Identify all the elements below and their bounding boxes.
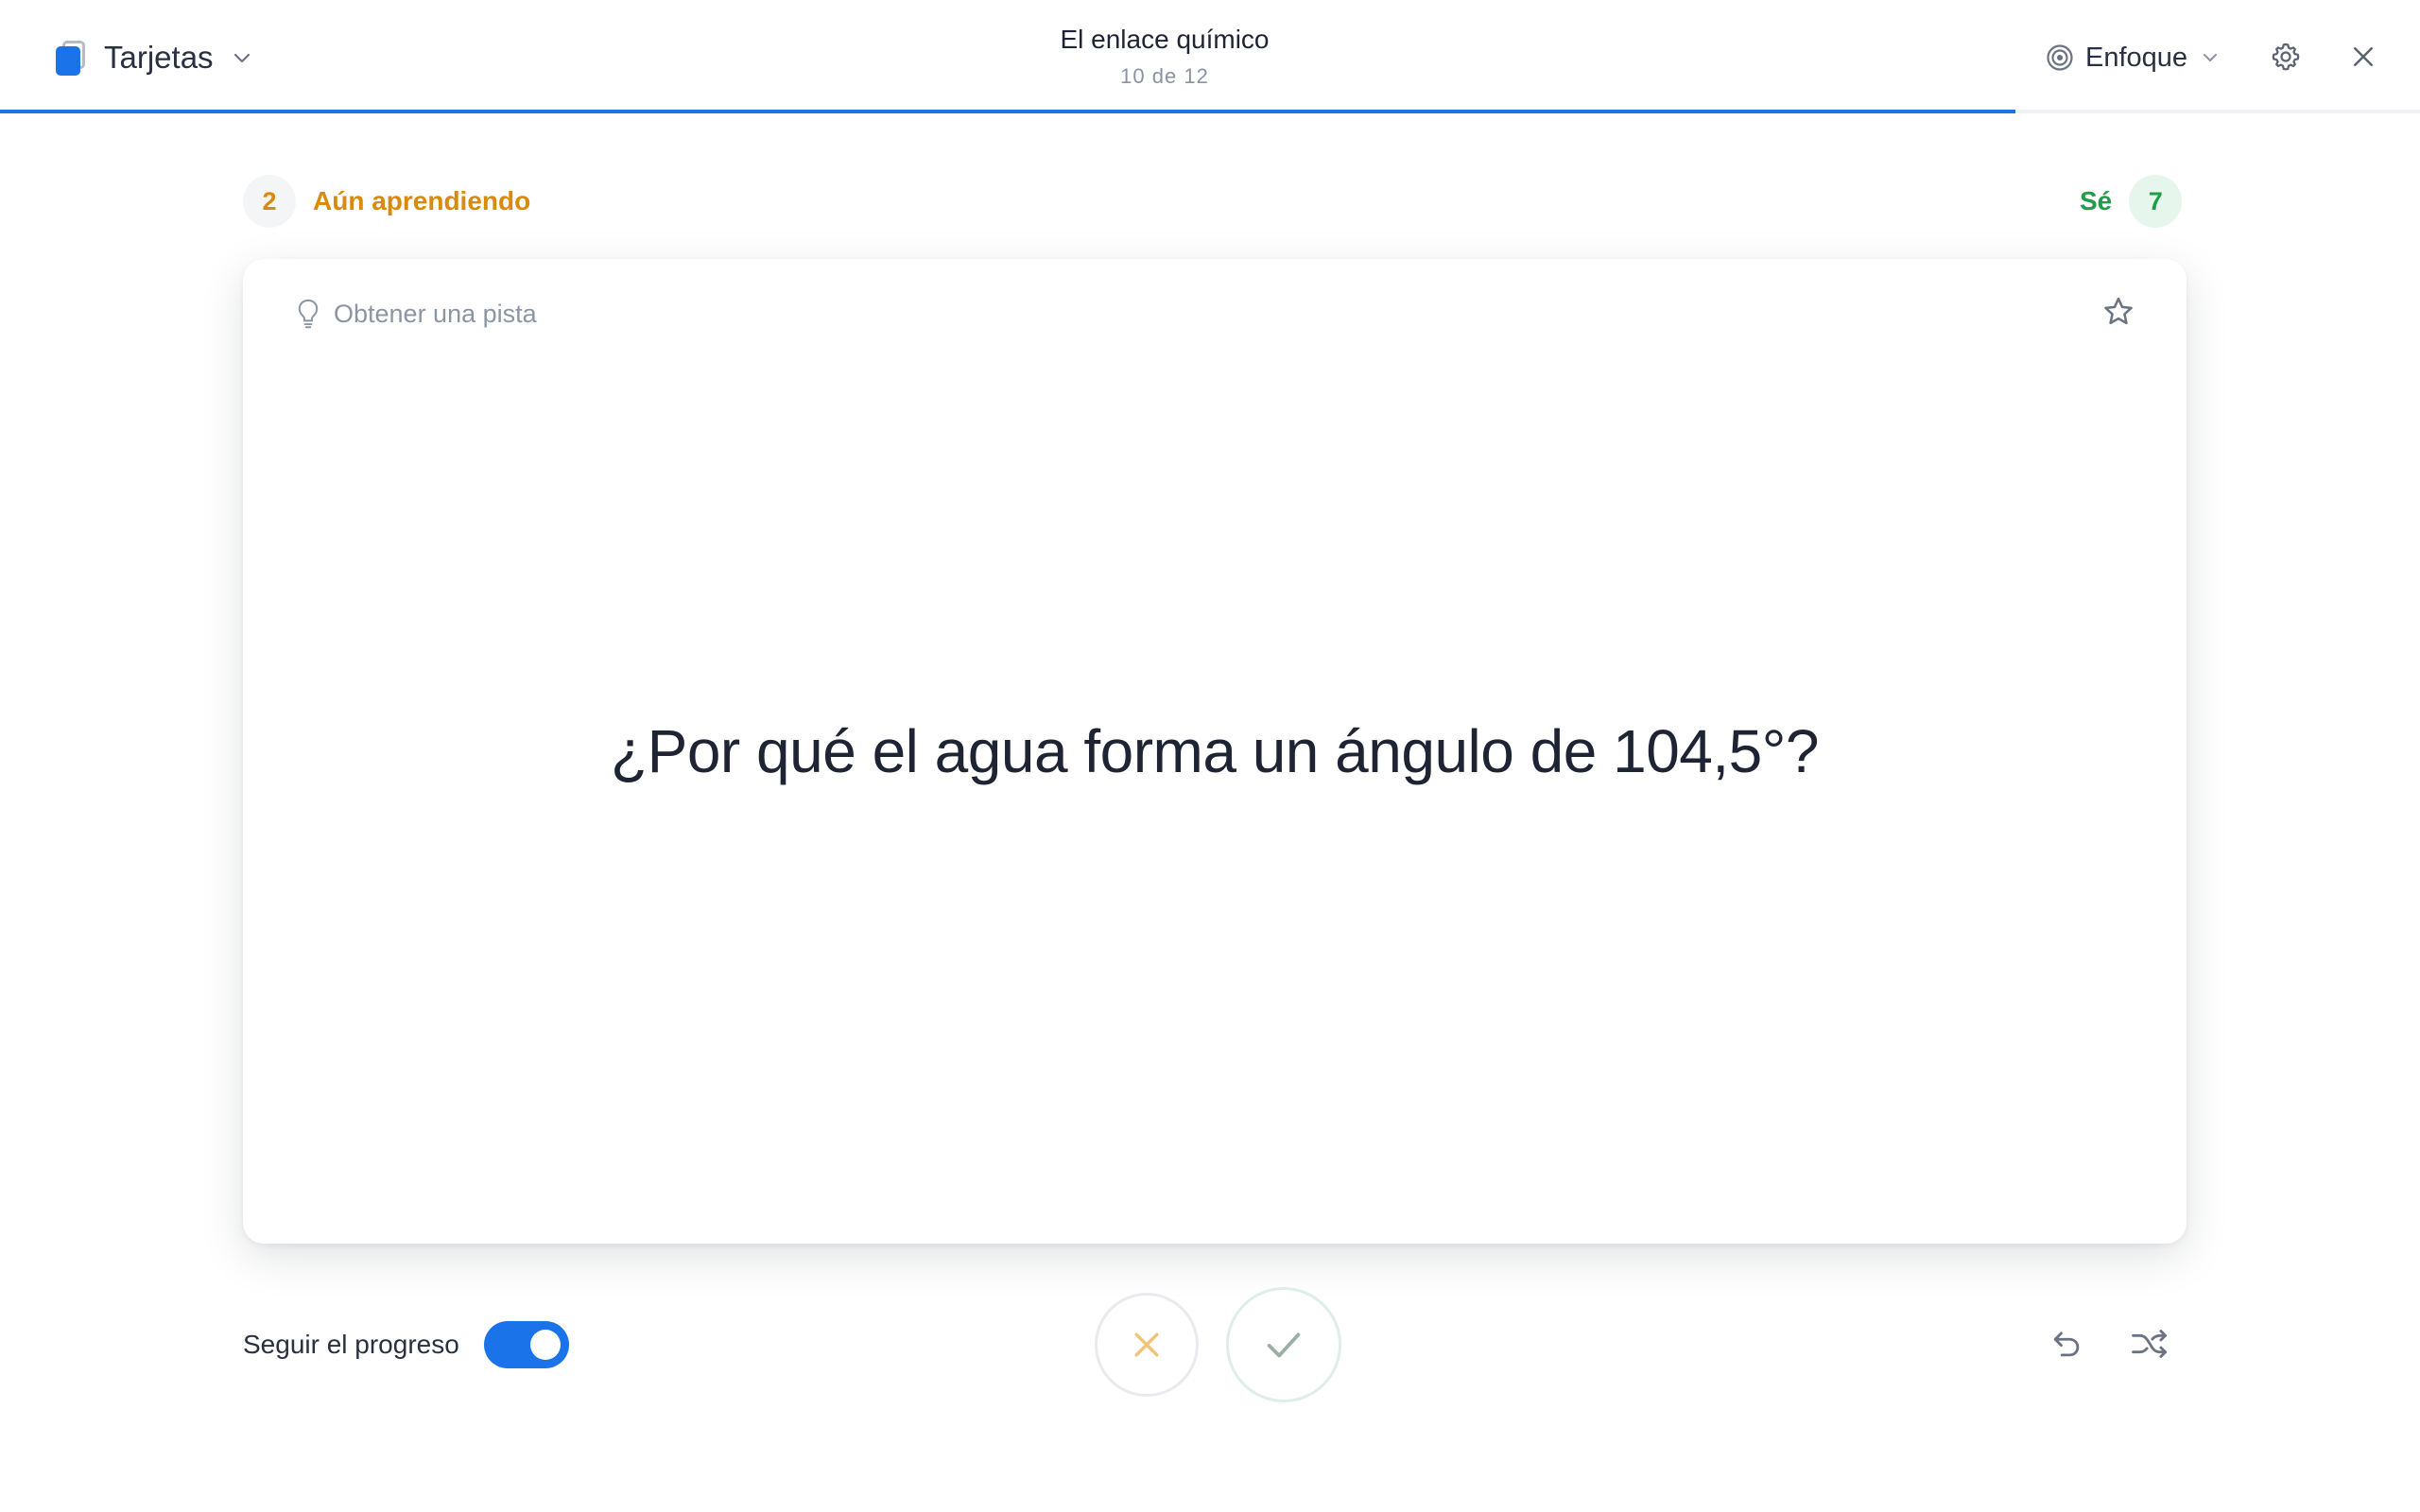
- focus-mode-dropdown[interactable]: Enfoque: [2046, 38, 2221, 77]
- still-learning-label: Aún aprendiendo: [313, 186, 531, 215]
- still-learning-button[interactable]: [1095, 1293, 1199, 1397]
- track-progress-label: Seguir el progreso: [243, 1330, 459, 1359]
- know-button[interactable]: [1226, 1287, 1341, 1402]
- known-count: 7: [2129, 175, 2183, 228]
- undo-button[interactable]: [2040, 1317, 2093, 1370]
- card-counter: 10 de 12: [1120, 64, 1209, 88]
- flashcard[interactable]: Obtener una pista ¿Por qué el agua forma…: [243, 259, 2187, 1244]
- deck-info: El enlace químico 10 de 12: [966, 21, 1363, 89]
- deck-progress-fill: [0, 110, 2016, 113]
- mode-switch[interactable]: Tarjetas: [53, 34, 253, 81]
- settings-button[interactable]: [2261, 32, 2310, 81]
- target-icon: [2047, 44, 2073, 71]
- still-learning-stat: 2 Aún aprendiendo: [243, 175, 530, 228]
- known-stat: Sé 7: [2080, 175, 2183, 228]
- gear-icon: [2272, 43, 2300, 71]
- cards-icon: [53, 39, 87, 77]
- flashcards-page: Tarjetas El enlace químico 10 de 12 Enfo…: [0, 0, 2420, 1512]
- close-icon: [2354, 47, 2373, 66]
- track-progress-toggle[interactable]: [483, 1321, 569, 1368]
- toggle-knob: [529, 1330, 561, 1360]
- undo-icon: [2053, 1332, 2080, 1357]
- chevron-down-icon: [233, 53, 250, 63]
- check-icon: [1267, 1332, 1301, 1358]
- still-learning-count: 2: [243, 175, 296, 228]
- deck-progress-bar: [0, 110, 2420, 113]
- close-button[interactable]: [2339, 32, 2388, 81]
- shuffle-icon: [2132, 1330, 2168, 1358]
- focus-label: Enfoque: [2085, 42, 2188, 73]
- deck-title: El enlace químico: [1060, 25, 1270, 54]
- chevron-down-icon: [2204, 54, 2218, 61]
- x-icon: [1134, 1332, 1159, 1357]
- track-progress-setting: Seguir el progreso: [243, 1318, 569, 1371]
- shuffle-button[interactable]: [2121, 1317, 2178, 1370]
- card-question: ¿Por qué el agua forma un ángulo de 104,…: [611, 717, 1819, 785]
- header: Tarjetas El enlace químico 10 de 12 Enfo…: [0, 0, 2420, 113]
- known-label: Sé: [2080, 186, 2113, 215]
- mode-label: Tarjetas: [104, 40, 214, 75]
